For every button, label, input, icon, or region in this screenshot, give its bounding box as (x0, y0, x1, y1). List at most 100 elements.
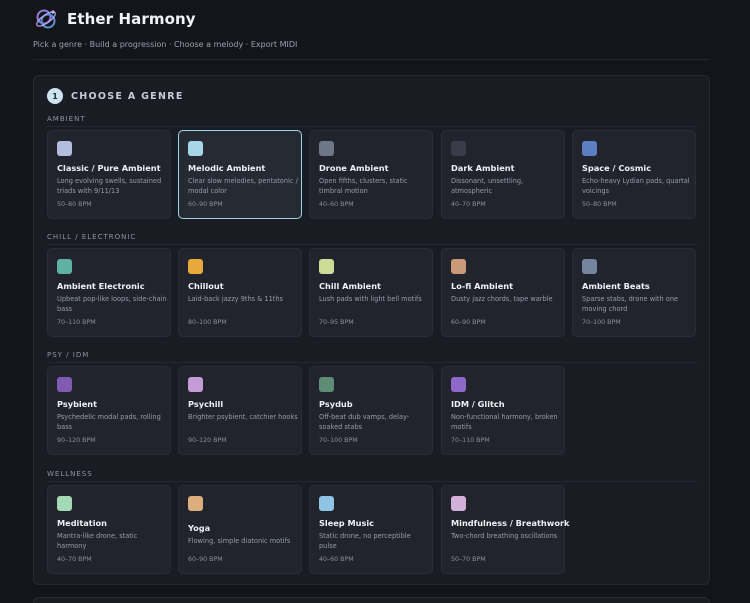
genre-bpm: 50–80 BPM (57, 201, 92, 208)
category-label: PSY / IDM (47, 351, 90, 359)
genre-color-swatch (188, 141, 203, 156)
genre-card[interactable]: Drone Ambient Open fifths, clusters, stat… (309, 130, 433, 219)
genre-description: Upbeat pop-like loops, side-chain bass (57, 295, 167, 313)
genre-description: Psychedelic modal pads, rolling bass (57, 413, 161, 431)
genre-bpm: 40–70 BPM (57, 556, 92, 563)
step-heading: 1 CHOOSE A GENRE (47, 88, 184, 104)
genre-bpm: 90–120 BPM (188, 437, 227, 444)
genre-description: Clear slow melodies, pentatonic / modal … (188, 177, 298, 195)
genre-description: Dissonant, unsettling, atmospheric (451, 177, 524, 195)
genre-color-swatch (451, 259, 466, 274)
genre-color-swatch (319, 259, 334, 274)
genre-name: Ambient Beats (582, 281, 650, 291)
genre-bpm: 70–110 BPM (451, 437, 490, 444)
genre-description: Two-chord breathing oscillations (451, 532, 558, 540)
harmony-orbit-logo-icon (36, 9, 56, 29)
genre-name: Psydub (319, 399, 353, 409)
genre-name: Chill Ambient (319, 281, 381, 291)
step-title: CHOOSE A GENRE (71, 90, 184, 102)
genre-color-swatch (57, 141, 72, 156)
genre-description: Lush pads with light bell motifs (319, 295, 422, 303)
genre-card[interactable]: Chill Ambient Lush pads with light bell m… (309, 248, 433, 337)
genre-card[interactable]: Meditation Mantra-like drone, static harm… (47, 485, 171, 574)
app-title: Ether Harmony (67, 10, 196, 28)
genre-card[interactable]: Chillout Laid-back jazzy 9ths & 11ths 80–1… (178, 248, 302, 337)
category-divider (47, 126, 697, 127)
category-label: WELLNESS (47, 470, 93, 478)
genre-name: Meditation (57, 518, 107, 528)
genre-description: Brighter psybient, catchier hooks (188, 413, 298, 421)
genre-card[interactable]: Psydub Off-beat dub vamps, delay-soaked s… (309, 366, 433, 455)
genre-bpm: 70–100 BPM (319, 437, 358, 444)
genre-description: Mantra-like drone, static harmony (57, 532, 138, 550)
genre-card[interactable]: Ambient Beats Sparse stabs, drone with on… (572, 248, 696, 337)
genre-card[interactable]: Psybient Psychedelic modal pads, rolling … (47, 366, 171, 455)
genre-bpm: 50–80 BPM (582, 201, 617, 208)
genre-bpm: 60–90 BPM (188, 556, 223, 563)
genre-card[interactable]: Space / Cosmic Echo-heavy Lydian pads, qu… (572, 130, 696, 219)
genre-name: Sleep Music (319, 518, 375, 528)
genre-bpm: 40–60 BPM (319, 201, 354, 208)
genre-card[interactable]: Lo-fi Ambient Dusty jazz chords, tape war… (441, 248, 565, 337)
genre-card[interactable]: Ambient Electronic Upbeat pop-like loops,… (47, 248, 171, 337)
genre-name: IDM / Glitch (451, 399, 505, 409)
app-subtitle: Pick a genre · Build a progression · Cho… (33, 40, 298, 49)
genre-name: Ambient Electronic (57, 281, 145, 291)
genre-name: Classic / Pure Ambient (57, 163, 161, 173)
genre-bpm: 80–100 BPM (188, 319, 227, 326)
step-number-badge: 1 (47, 88, 63, 104)
genre-description: Long evolving swells, sustained triads w… (57, 177, 162, 195)
genre-name: Lo-fi Ambient (451, 281, 513, 291)
genre-description: Non-functional harmony, broken motifs (451, 413, 558, 431)
genre-name: Psychill (188, 399, 224, 409)
genre-color-swatch (582, 141, 597, 156)
genre-description: Laid-back jazzy 9ths & 11ths (188, 295, 283, 303)
genre-bpm: 70–110 BPM (57, 319, 96, 326)
genre-name: Mindfulness / Breathwork (451, 518, 570, 528)
genre-card[interactable]: Sleep Music Static drone, no perceptible … (309, 485, 433, 574)
category-divider (47, 362, 697, 363)
genre-color-swatch (188, 259, 203, 274)
genre-card[interactable]: Yoga Flowing, simple diatonic motifs 60–90… (178, 485, 302, 574)
genre-color-swatch (451, 496, 466, 511)
genre-name: Space / Cosmic (582, 163, 652, 173)
genre-card[interactable]: Dark Ambient Dissonant, unsettling, atmos… (441, 130, 565, 219)
genre-color-swatch (582, 259, 597, 274)
genre-card[interactable]: Classic / Pure Ambient Long evolving swel… (47, 130, 171, 219)
genre-bpm: 40–70 BPM (451, 201, 486, 208)
genre-name: Drone Ambient (319, 163, 389, 173)
genre-name: Dark Ambient (451, 163, 515, 173)
genre-card[interactable]: Mindfulness / Breathwork Two-chord breath… (441, 485, 569, 574)
app-header: Ether Harmony (33, 6, 196, 32)
genre-description: Static drone, no perceptible pulse (319, 532, 411, 550)
header-divider (33, 59, 710, 60)
next-step-panel (33, 597, 710, 603)
genre-bpm: 90–120 BPM (57, 437, 96, 444)
genre-selection-panel: 1 CHOOSE A GENRE AMBIENT Classic / Pure A… (33, 75, 710, 585)
genre-description: Off-beat dub vamps, delay-soaked stabs (319, 413, 410, 431)
genre-color-swatch (57, 496, 72, 511)
genre-bpm: 50–70 BPM (451, 556, 486, 563)
genre-card[interactable]: Melodic Ambient Clear slow melodies, pent… (178, 130, 302, 219)
genre-color-swatch (188, 496, 203, 511)
category-divider (47, 244, 697, 245)
genre-description: Dusty jazz chords, tape warble (451, 295, 553, 303)
genre-color-swatch (451, 141, 466, 156)
genre-description: Flowing, simple diatonic motifs (188, 537, 291, 545)
genre-color-swatch (188, 377, 203, 392)
category-divider (47, 481, 697, 482)
genre-color-swatch (319, 377, 334, 392)
genre-name: Chillout (188, 281, 224, 291)
genre-bpm: 70–100 BPM (582, 319, 621, 326)
category-label: CHILL / ELECTRONIC (47, 233, 137, 241)
genre-name: Melodic Ambient (188, 163, 266, 173)
genre-description: Open fifths, clusters, static timbral mo… (319, 177, 408, 195)
genre-description: Sparse stabs, drone with one moving chor… (582, 295, 679, 313)
genre-card[interactable]: IDM / Glitch Non-functional harmony, brok… (441, 366, 565, 455)
genre-color-swatch (319, 496, 334, 511)
genre-color-swatch (57, 377, 72, 392)
genre-card[interactable]: Psychill Brighter psybient, catchier hook… (178, 366, 302, 455)
genre-name: Psybient (57, 399, 98, 409)
genre-bpm: 60–90 BPM (451, 319, 486, 326)
genre-bpm: 40–60 BPM (319, 556, 354, 563)
